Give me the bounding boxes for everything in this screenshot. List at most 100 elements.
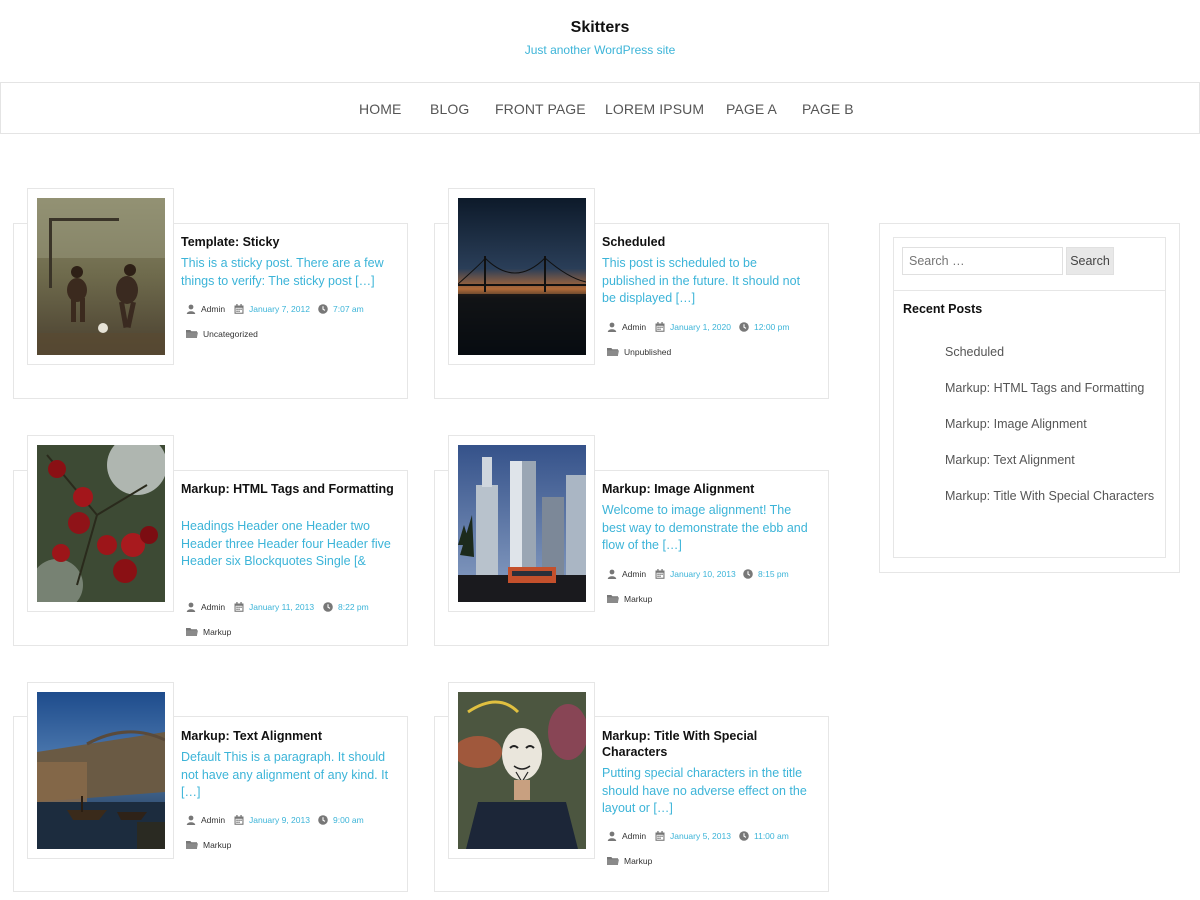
folder-icon: [186, 627, 198, 636]
post-excerpt: This is a sticky post. There are a few t…: [181, 256, 384, 288]
post-meta: Admin January 7, 2012 7:07 am: [186, 303, 396, 315]
red-cherries-image: [37, 445, 165, 602]
calendar-icon: [234, 602, 244, 612]
recent-post-item[interactable]: Markup: Image Alignment: [945, 413, 1160, 435]
folder-icon: [607, 856, 619, 865]
calendar-icon: [234, 815, 244, 825]
nav-item-front-page[interactable]: FRONT PAGE: [495, 101, 586, 117]
recent-post-item[interactable]: Markup: Title With Special Characters: [945, 485, 1155, 507]
nav-item-page-b[interactable]: PAGE B: [802, 101, 854, 117]
post-author[interactable]: Admin: [201, 815, 225, 825]
post-date[interactable]: January 7, 2012: [249, 304, 310, 314]
post-title[interactable]: Markup: Title With Special Characters: [602, 728, 817, 760]
clock-icon: [739, 322, 749, 332]
post-category-row: Uncategorized: [186, 328, 396, 340]
post-category-row: Unpublished: [607, 346, 817, 358]
main-navigation: HOME BLOG FRONT PAGE LOREM IPSUM PAGE A …: [0, 82, 1200, 134]
site-title[interactable]: Skitters: [0, 19, 1200, 37]
nav-item-blog[interactable]: BLOG: [430, 101, 469, 117]
post-date[interactable]: January 1, 2020: [670, 322, 731, 332]
search-input[interactable]: [902, 247, 1063, 275]
recent-post-item[interactable]: Markup: HTML Tags and Formatting: [945, 377, 1160, 399]
post-category[interactable]: Markup: [624, 856, 652, 866]
post-author[interactable]: Admin: [622, 831, 646, 841]
post-thumbnail[interactable]: [448, 188, 595, 365]
post-author[interactable]: Admin: [622, 322, 646, 332]
post-thumbnail[interactable]: [448, 682, 595, 859]
post-meta: Admin January 5, 2013 11:00 am: [607, 830, 817, 842]
post-date[interactable]: January 10, 2013: [670, 569, 736, 579]
bridge-at-dusk-image: [458, 198, 586, 355]
city-skyscrapers-image: [458, 445, 586, 602]
calendar-icon: [655, 831, 665, 841]
post-excerpt: Default This is a paragraph. It should n…: [181, 750, 389, 800]
post-category[interactable]: Uncategorized: [203, 329, 258, 339]
post-author[interactable]: Admin: [201, 304, 225, 314]
post-excerpt: Welcome to image alignment! The best way…: [602, 503, 808, 553]
post-title[interactable]: Template: Sticky: [181, 234, 396, 250]
post-category-row: Markup: [186, 626, 396, 638]
site-description: Just another WordPress site: [524, 43, 676, 57]
post-time[interactable]: 9:00 am: [333, 815, 364, 825]
post-date[interactable]: January 9, 2013: [249, 815, 310, 825]
recent-posts-title: Recent Posts: [903, 302, 983, 316]
nav-item-page-a[interactable]: PAGE A: [726, 101, 777, 117]
post-excerpt: Headings Header one Header two Header th…: [181, 519, 391, 569]
nav-item-home[interactable]: HOME: [359, 101, 401, 117]
post-title[interactable]: Markup: Image Alignment: [602, 481, 817, 497]
post-category-row: Markup: [607, 593, 817, 605]
user-icon: [607, 831, 617, 841]
kids-playing-soccer-image: [37, 198, 165, 355]
post-thumbnail[interactable]: [27, 188, 174, 365]
post-category-row: Markup: [186, 839, 396, 851]
post-category[interactable]: Markup: [203, 840, 231, 850]
post-title[interactable]: Markup: Text Alignment: [181, 728, 396, 744]
clock-icon: [318, 815, 328, 825]
post-date[interactable]: January 11, 2013: [249, 602, 314, 612]
calendar-icon: [655, 569, 665, 579]
site-header: Skitters Just another WordPress site: [0, 0, 1200, 82]
folder-icon: [607, 594, 619, 603]
post-meta: Admin January 1, 2020 12:00 pm: [607, 321, 817, 333]
masked-person-image: [458, 692, 586, 849]
post-time[interactable]: 7:07 am: [333, 304, 364, 314]
user-icon: [186, 815, 196, 825]
calendar-icon: [234, 304, 244, 314]
post-author[interactable]: Admin: [201, 602, 225, 612]
post-excerpt: Putting special characters in the title …: [602, 766, 807, 816]
post-time[interactable]: 12:00 pm: [754, 322, 789, 332]
user-icon: [186, 602, 196, 612]
clock-icon: [323, 602, 333, 612]
post-thumbnail[interactable]: [27, 682, 174, 859]
post-category[interactable]: Markup: [203, 627, 231, 637]
post-thumbnail[interactable]: [448, 435, 595, 612]
post-meta: Admin January 10, 2013 8:15 pm: [607, 568, 817, 580]
clock-icon: [318, 304, 328, 314]
post-author[interactable]: Admin: [622, 569, 646, 579]
post-category[interactable]: Unpublished: [624, 347, 671, 357]
post-time[interactable]: 11:00 am: [754, 831, 789, 841]
river-boats-image: [37, 692, 165, 849]
post-time[interactable]: 8:22 pm: [338, 602, 369, 612]
folder-icon: [607, 347, 619, 356]
post-title[interactable]: Markup: HTML Tags and Formatting: [181, 481, 396, 497]
user-icon: [186, 304, 196, 314]
search-button[interactable]: Search: [1066, 247, 1114, 275]
post-title[interactable]: Scheduled: [602, 234, 817, 250]
post-date[interactable]: January 5, 2013: [670, 831, 731, 841]
calendar-icon: [655, 322, 665, 332]
post-category-row: Markup: [607, 855, 817, 867]
recent-post-item[interactable]: Scheduled: [945, 341, 1160, 363]
recent-post-item[interactable]: Markup: Text Alignment: [945, 449, 1160, 471]
post-excerpt: This post is scheduled to be published i…: [602, 256, 801, 306]
nav-item-lorem-ipsum[interactable]: LOREM IPSUM: [605, 101, 704, 117]
post-meta: Admin January 9, 2013 9:00 am: [186, 814, 396, 826]
clock-icon: [739, 831, 749, 841]
post-meta: Admin January 11, 2013 8:22 pm: [186, 601, 396, 613]
user-icon: [607, 322, 617, 332]
folder-icon: [186, 329, 198, 338]
post-thumbnail[interactable]: [27, 435, 174, 612]
post-time[interactable]: 8:15 pm: [758, 569, 789, 579]
clock-icon: [743, 569, 753, 579]
post-category[interactable]: Markup: [624, 594, 652, 604]
